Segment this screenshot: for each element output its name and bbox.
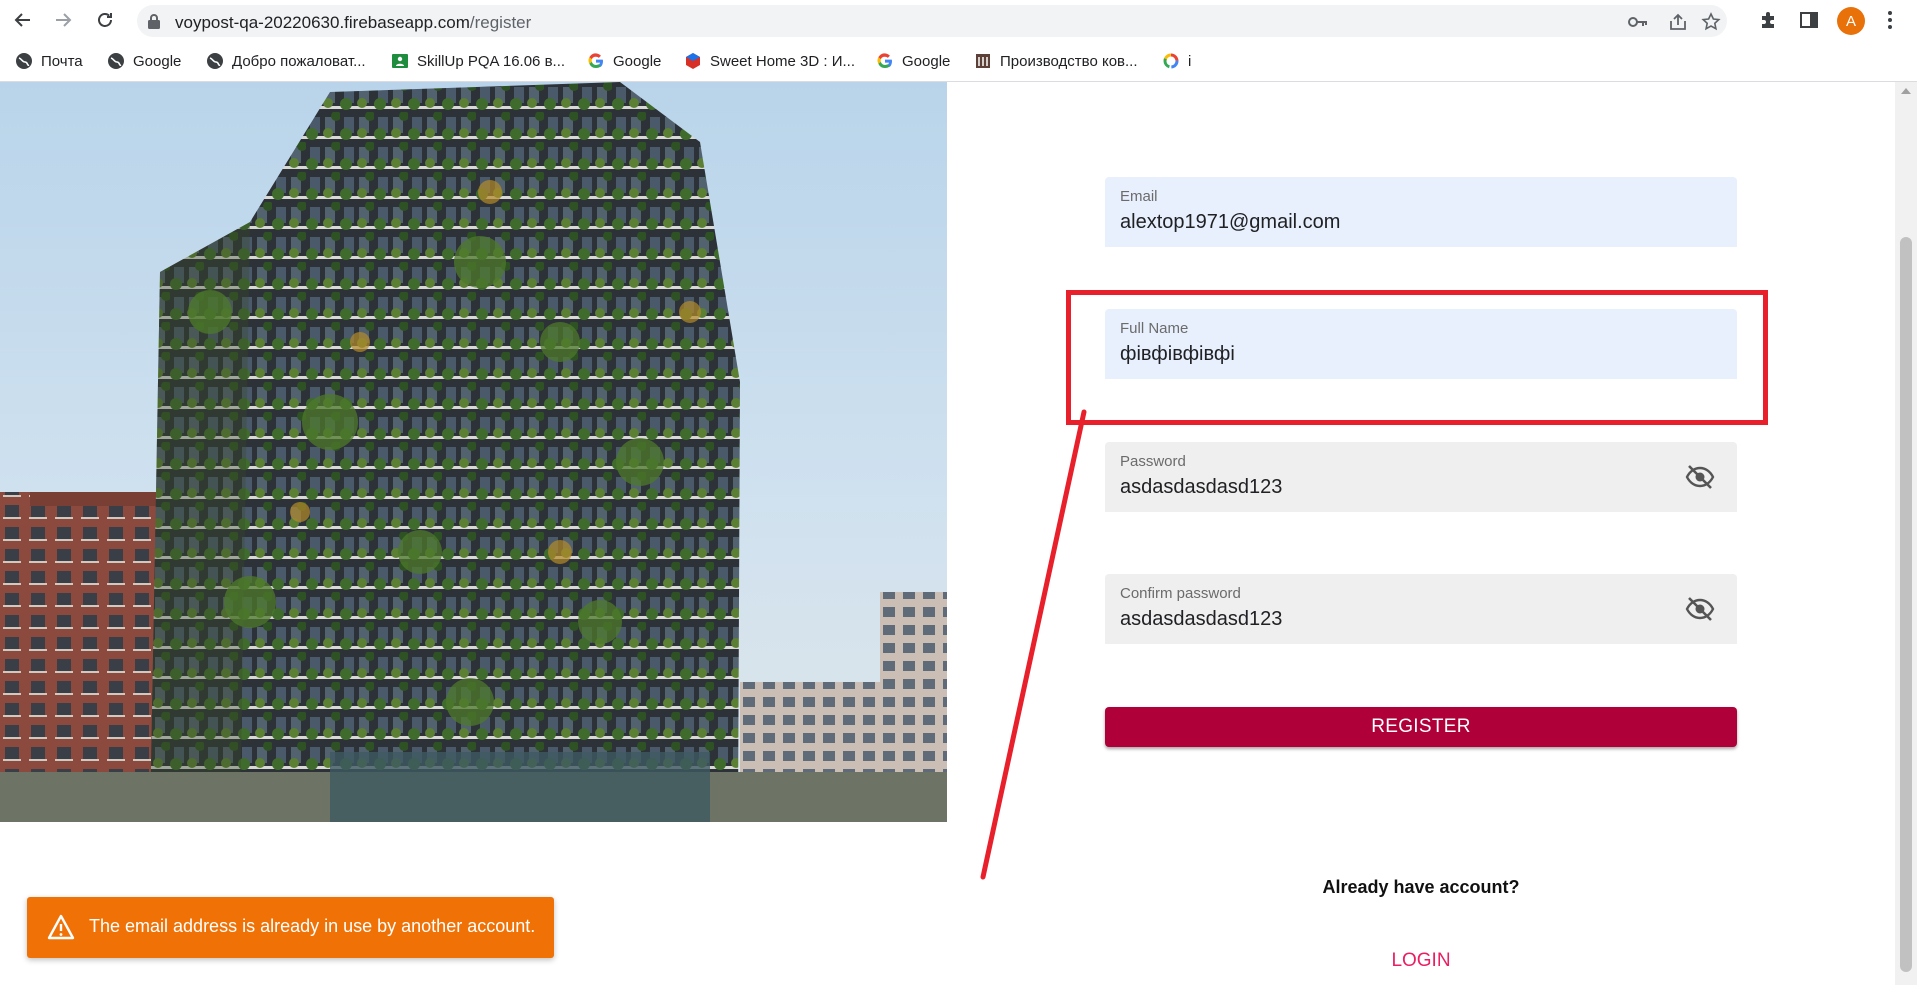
side-panel-icon[interactable]: [1795, 6, 1823, 34]
menu-dots-icon[interactable]: [1876, 6, 1904, 34]
classroom-icon: [391, 52, 409, 70]
visibility-off-icon[interactable]: [1685, 464, 1715, 490]
back-arrow-icon[interactable]: [8, 5, 38, 35]
google-icon: [876, 52, 894, 70]
reload-icon[interactable]: [90, 5, 120, 35]
already-have-account-text: Already have account?: [1322, 877, 1520, 897]
avatar-letter: A: [1845, 12, 1856, 30]
password-field[interactable]: Password: [1105, 442, 1737, 512]
error-toast: The email address is already in use by a…: [27, 897, 554, 958]
bookmark-item[interactable]: Производство ков...: [974, 50, 1138, 72]
bookmark-label: Добро пожаловат...: [232, 52, 366, 70]
bookmark-item[interactable]: i: [1162, 50, 1191, 72]
bookmark-item[interactable]: Почта: [15, 50, 83, 72]
email-input[interactable]: [1120, 208, 1680, 236]
bookmarks-bar: Почта Google Добро пожаловат... SkillUp …: [0, 41, 1917, 82]
warning-icon: [47, 914, 75, 940]
bookmark-label: Почта: [41, 52, 83, 70]
scrollbar-thumb[interactable]: [1900, 237, 1912, 972]
browser-toolbar: voypost-qa-20220630.firebaseapp.com/regi…: [0, 0, 1917, 41]
google-icon: [587, 52, 605, 70]
profile-avatar[interactable]: A: [1837, 7, 1865, 35]
lock-icon[interactable]: [147, 13, 161, 34]
bookmark-star-icon[interactable]: [1700, 11, 1722, 33]
site-icon: [974, 52, 992, 70]
email-label: Email: [1120, 188, 1158, 205]
visibility-off-icon[interactable]: [1685, 596, 1715, 622]
bookmark-item[interactable]: Sweet Home 3D : И...: [684, 50, 855, 72]
extensions-icon[interactable]: [1754, 6, 1782, 34]
bookmark-label: SkillUp PQA 16.06 в...: [417, 52, 566, 70]
share-icon[interactable]: [1667, 11, 1689, 33]
url-path: /register: [469, 13, 532, 32]
bookmark-label: Google: [613, 52, 662, 70]
bookmark-item[interactable]: Google: [587, 50, 661, 72]
hero-image: [0, 82, 947, 822]
key-icon[interactable]: [1627, 11, 1649, 33]
globe-icon: [107, 52, 125, 70]
colorful-ring-icon: [1162, 52, 1180, 70]
globe-icon: [206, 52, 224, 70]
bookmark-label: Google: [902, 52, 951, 70]
bookmark-item[interactable]: Google: [107, 50, 181, 72]
login-link[interactable]: LOGIN: [1105, 950, 1737, 972]
password-input[interactable]: [1120, 473, 1680, 501]
annotation-highlight-box: [1066, 290, 1768, 425]
confirm-password-input[interactable]: [1120, 605, 1680, 633]
confirm-password-field[interactable]: Confirm password: [1105, 574, 1737, 644]
bookmark-label: i: [1188, 52, 1192, 70]
forward-arrow-icon[interactable]: [48, 5, 78, 35]
bookmark-label: Производство ков...: [1000, 52, 1138, 70]
address-bar[interactable]: voypost-qa-20220630.firebaseapp.com/regi…: [137, 5, 1727, 37]
page-scrollbar[interactable]: [1895, 82, 1917, 985]
bookmark-item[interactable]: SkillUp PQA 16.06 в...: [391, 50, 565, 72]
toast-message: The email address is already in use by a…: [89, 916, 536, 936]
password-label: Password: [1120, 453, 1186, 470]
scroll-up-arrow-icon[interactable]: [1901, 88, 1911, 94]
globe-icon: [15, 52, 33, 70]
confirm-password-label: Confirm password: [1120, 585, 1241, 602]
url-host: voypost-qa-20220630.firebaseapp.com: [175, 13, 470, 32]
register-page: Email Full Name Password Confirm passwor…: [0, 82, 1917, 985]
bookmark-item[interactable]: Google: [876, 50, 950, 72]
email-field[interactable]: Email: [1105, 177, 1737, 247]
sweethome-icon: [684, 52, 702, 70]
bookmark-label: Sweet Home 3D : И...: [710, 52, 855, 70]
bookmark-label: Google: [133, 52, 182, 70]
register-button[interactable]: REGISTER: [1105, 707, 1737, 747]
url-text: voypost-qa-20220630.firebaseapp.com/regi…: [175, 13, 531, 33]
bookmark-item[interactable]: Добро пожаловат...: [206, 50, 366, 72]
